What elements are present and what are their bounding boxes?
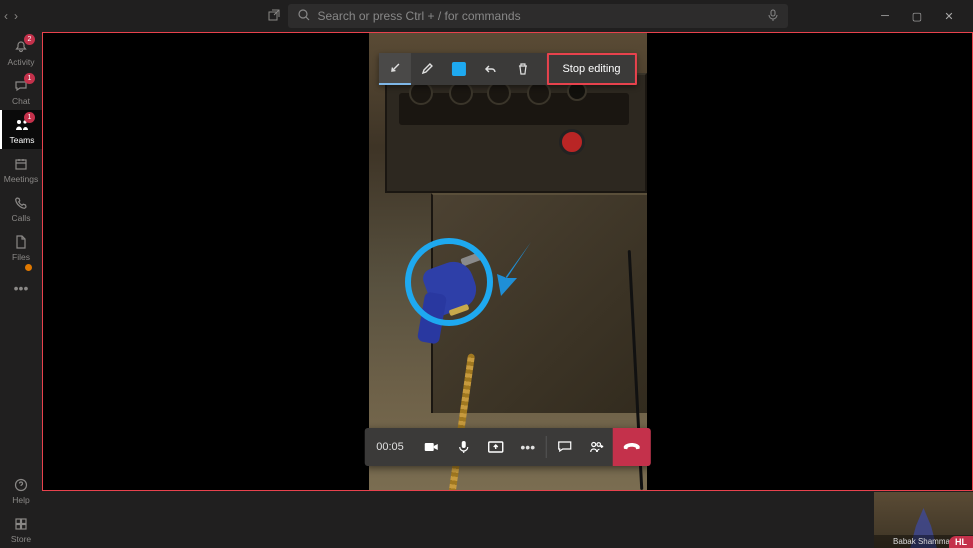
rail-label: Activity (8, 57, 35, 67)
call-control-bar: 00:05 ••• (364, 428, 651, 466)
maximize-button[interactable]: ▢ (901, 0, 933, 32)
divider (546, 436, 547, 458)
calendar-icon (12, 155, 30, 173)
teams-badge: 1 (24, 112, 35, 123)
hang-up-button[interactable] (613, 428, 651, 466)
ink-annotation-arrow (487, 238, 539, 298)
participants-button[interactable] (581, 428, 613, 466)
call-stage: Stop editing 00:05 ••• (42, 32, 973, 491)
ink-annotation-circle (405, 238, 493, 326)
search-box[interactable]: Search or press Ctrl + / for commands (288, 4, 788, 28)
delete-button[interactable] (506, 53, 538, 85)
search-icon (298, 9, 310, 24)
undo-button[interactable] (474, 53, 506, 85)
popout-icon[interactable] (268, 9, 280, 24)
more-actions-button[interactable]: ••• (512, 428, 544, 466)
rail-item-teams[interactable]: 1 Teams (0, 110, 42, 149)
mic-icon[interactable] (768, 9, 778, 24)
phone-icon (12, 194, 30, 212)
activity-badge: 2 (24, 34, 35, 45)
camera-toggle-button[interactable] (416, 428, 448, 466)
title-bar: ‹ › Search or press Ctrl + / for command… (0, 0, 973, 32)
close-button[interactable]: ✕ (933, 0, 965, 32)
rail-item-more[interactable]: ••• (0, 266, 42, 308)
rail-label: Files (12, 252, 30, 262)
stop-editing-label: Stop editing (562, 63, 620, 75)
more-badge (25, 264, 32, 271)
machine-panel (385, 73, 647, 193)
help-icon (12, 476, 30, 494)
rail-item-files[interactable]: Files (0, 227, 42, 266)
rail-item-chat[interactable]: 1 Chat (0, 71, 42, 110)
rail-label: Chat (12, 96, 30, 106)
ink-toolbar: Stop editing (378, 53, 636, 85)
back-button[interactable]: ‹ (4, 9, 8, 23)
search-placeholder: Search or press Ctrl + / for commands (318, 9, 521, 23)
rail-label: Meetings (4, 174, 39, 184)
rail-label: Store (11, 534, 31, 544)
file-icon (12, 233, 30, 251)
store-icon (12, 515, 30, 533)
rail-item-calls[interactable]: Calls (0, 188, 42, 227)
mic-toggle-button[interactable] (448, 428, 480, 466)
call-timer: 00:05 (364, 441, 416, 453)
stop-editing-button[interactable]: Stop editing (546, 53, 636, 85)
rail-item-help[interactable]: Help (0, 470, 42, 509)
rail-label: Teams (9, 135, 34, 145)
minimize-button[interactable]: ─ (869, 0, 901, 32)
color-chip (451, 62, 465, 76)
hololens-badge: HL (949, 536, 973, 548)
arrow-tool-button[interactable] (378, 53, 410, 85)
rail-label: Calls (12, 213, 31, 223)
rail-item-meetings[interactable]: Meetings (0, 149, 42, 188)
rail-item-store[interactable]: Store (0, 509, 42, 548)
forward-button[interactable]: › (14, 9, 18, 23)
pen-tool-button[interactable] (410, 53, 442, 85)
more-icon: ••• (6, 272, 37, 304)
remote-video (369, 33, 647, 490)
color-picker-button[interactable] (442, 53, 474, 85)
share-screen-button[interactable] (480, 428, 512, 466)
chat-toggle-button[interactable] (549, 428, 581, 466)
rail-label: Help (12, 495, 29, 505)
chat-badge: 1 (24, 73, 35, 84)
app-rail: 2 Activity 1 Chat 1 Teams Meetings (0, 32, 42, 548)
rail-item-activity[interactable]: 2 Activity (0, 32, 42, 71)
